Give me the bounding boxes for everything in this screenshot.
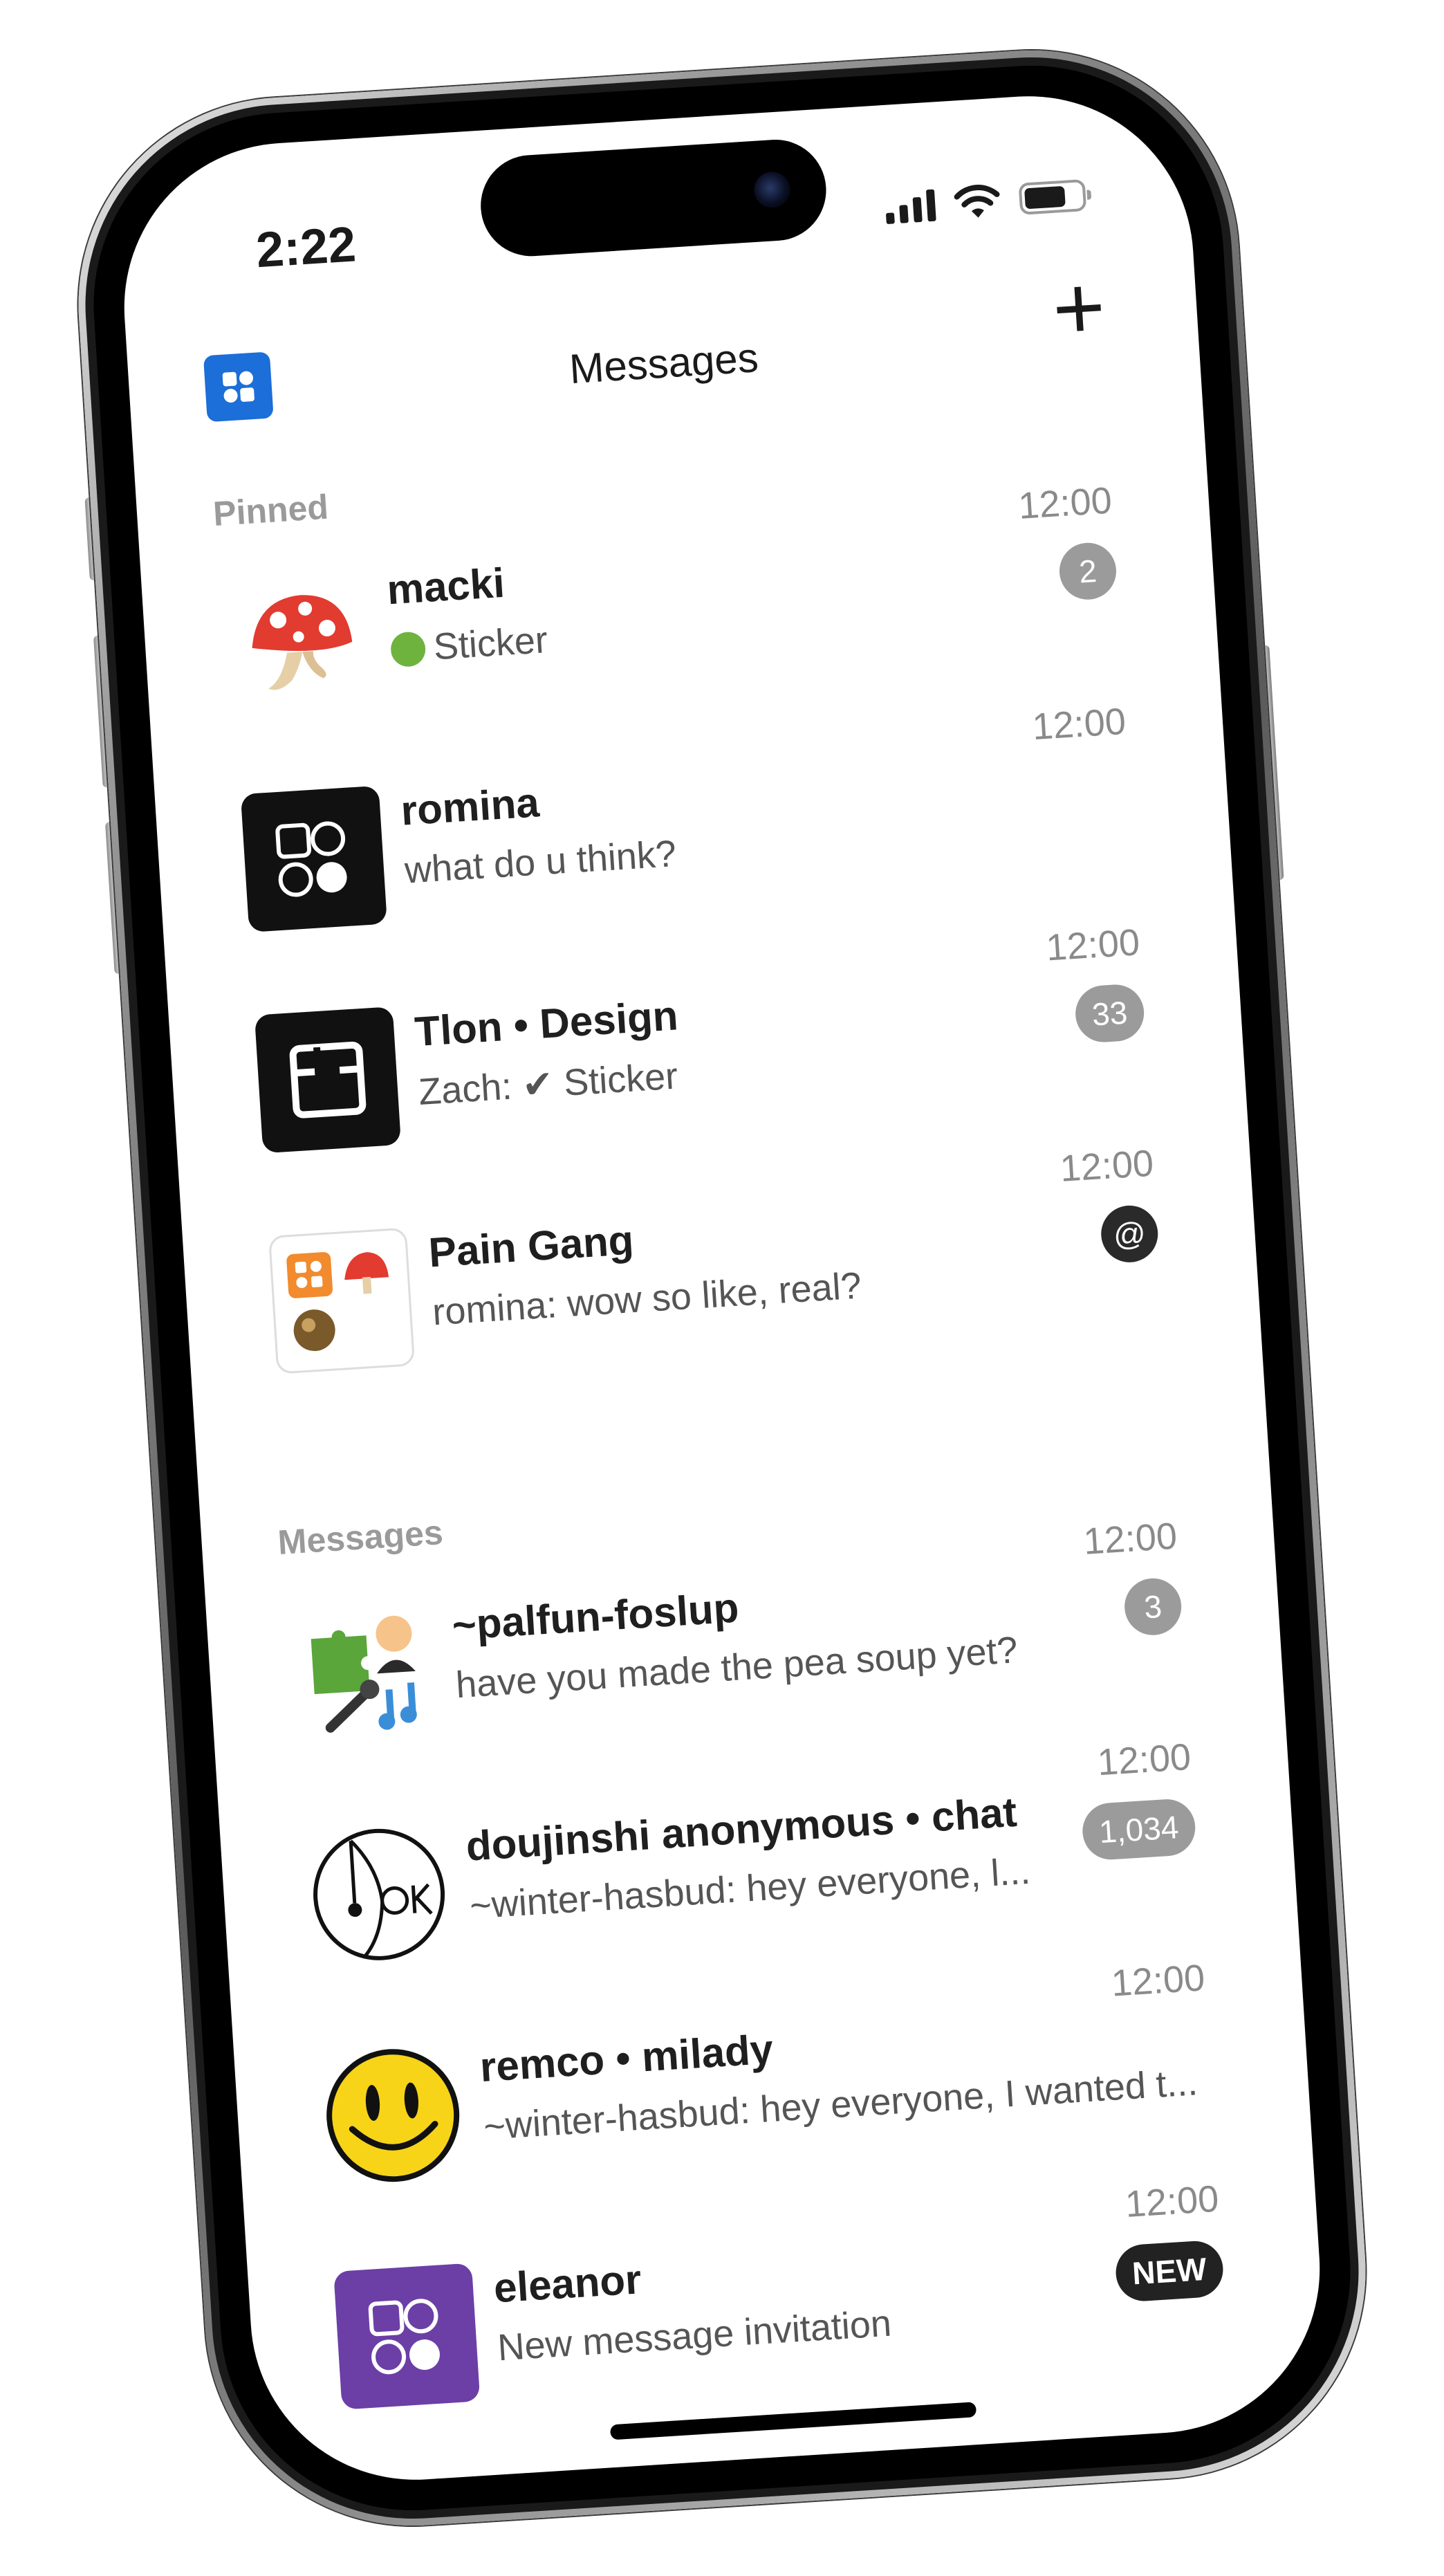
chat-preview: New message invitation [496,2302,893,2369]
chat-name: romina [399,779,541,834]
app-header: Messages + [126,256,1201,436]
chat-name: eleanor [492,2256,643,2312]
chat-time: 12:00 [1124,2178,1220,2225]
chat-preview: Zach: ✔ Sticker [417,1055,679,1113]
chat-row-remco-milady[interactable]: remco • milady ~winter-hasbud: hey every… [308,1955,1236,2192]
chat-time: 12:00 [1045,921,1141,969]
chat-row-macki[interactable]: macki Sticker 12:00 2 [214,478,1142,715]
chat-time: 12:00 [1030,700,1127,748]
phone-device: 2:22 Messages + Pinned macki Sticker 12:… [66,37,1378,2539]
chat-preview: Sticker [389,618,549,671]
chat-time: 12:00 [1096,1736,1192,1784]
battery-icon [1018,178,1087,215]
cellular-signal-icon [885,188,936,225]
emoji-sigil-icon [292,1600,438,1747]
chat-time: 12:00 [1059,1142,1155,1190]
status-time: 2:22 [254,217,358,279]
status-icons [885,174,1087,228]
wifi-icon [954,185,1000,218]
chat-row-romina[interactable]: romina what do u think? 12:00 [228,699,1156,936]
chat-preview: romina: wow so like, real? [431,1264,863,1334]
new-invite-badge: NEW [1113,2239,1225,2303]
chat-name: macki [385,559,506,614]
chat-time: 12:00 [1082,1515,1178,1563]
chat-name: remco • milady [478,2025,775,2091]
chat-name: Pain Gang [427,1216,636,1276]
tlon-glyph-purple-icon [333,2263,481,2410]
chat-time: 12:00 [1110,1957,1206,2005]
chat-row-eleanor[interactable]: eleanor New message invitation 12:00 NEW [322,2176,1250,2413]
smiley-face-icon [320,2042,466,2189]
new-message-button[interactable]: + [1042,256,1116,360]
chat-preview-text: Sticker [432,619,549,668]
front-camera-icon [752,170,792,209]
chat-row-pain-gang[interactable]: Pain Gang romina: wow so like, real? 12:… [257,1141,1185,1378]
section-label-messages: Messages [277,1513,445,1562]
chat-row-doujinshi-anonymous[interactable]: doujinshi anonymous • chat ~winter-hasbu… [294,1734,1222,1971]
screenshot-stage: 2:22 Messages + Pinned macki Sticker 12:… [0,0,1444,2576]
unread-badge: 3 [1122,1576,1183,1637]
chat-row-tlon-design[interactable]: Tlon • Design Zach: ✔ Sticker 12:00 33 [242,919,1170,1157]
app-screen: 2:22 Messages + Pinned macki Sticker 12:… [114,86,1330,2490]
section-label-pinned: Pinned [212,487,330,533]
chat-name: ~palfun-foslup [450,1584,741,1649]
unread-badge: 2 [1057,541,1118,602]
mushroom-icon [227,564,373,711]
page-title: Messages [568,334,760,393]
chat-preview: what do u think? [403,832,678,892]
mention-badge: @ [1099,1204,1160,1264]
chat-time: 12:00 [1017,479,1113,527]
ok-doodle-icon [306,1821,452,1968]
tlon-group-icon [254,1006,402,1154]
chat-name: Tlon • Design [413,992,680,1056]
group-collage-icon [268,1227,416,1374]
dynamic-island [477,136,829,259]
home-indicator[interactable] [609,2402,977,2440]
unread-badge: 1,034 [1080,1797,1197,1861]
unread-badge: 33 [1073,982,1146,1045]
nauseated-face-emoji [389,631,427,668]
tlon-glyph-icon [240,785,387,932]
